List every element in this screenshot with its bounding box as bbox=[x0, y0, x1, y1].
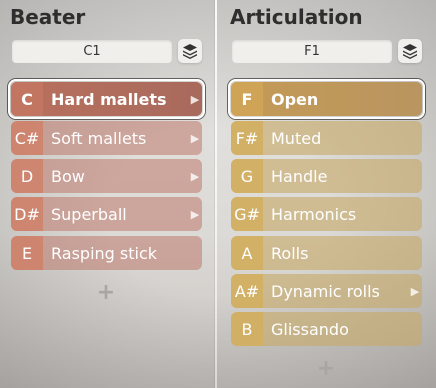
articulation-note-selector[interactable]: F1 bbox=[232, 40, 392, 63]
chevron-right-icon: ▶ bbox=[190, 169, 200, 183]
chevron-right-icon: ▶ bbox=[410, 284, 420, 298]
chevron-right-icon: ▶ bbox=[190, 131, 200, 145]
beater-note-selector[interactable]: C1 bbox=[12, 40, 172, 63]
note-label: C bbox=[11, 82, 43, 116]
articulation-item[interactable]: A Rolls bbox=[231, 236, 422, 270]
chevron-right-icon: ▶ bbox=[190, 207, 200, 221]
item-label: Rasping stick bbox=[51, 243, 158, 263]
articulation-title: Articulation bbox=[230, 5, 363, 29]
note-label: B bbox=[231, 312, 263, 346]
note-label: C# bbox=[11, 121, 43, 155]
note-label: A# bbox=[231, 274, 263, 308]
item-label: Glissando bbox=[271, 319, 349, 339]
note-label: G bbox=[231, 159, 263, 193]
beater-item[interactable]: C# Soft mallets ▶ bbox=[11, 121, 202, 155]
articulation-item[interactable]: A# Dynamic rolls ▶ bbox=[231, 274, 422, 308]
item-label: Handle bbox=[271, 166, 328, 186]
note-label: F# bbox=[231, 121, 263, 155]
item-label: Hard mallets bbox=[51, 89, 167, 109]
beater-item[interactable]: D Bow ▶ bbox=[11, 159, 202, 193]
note-label: A bbox=[231, 236, 263, 270]
beater-item[interactable]: E Rasping stick bbox=[11, 236, 202, 270]
articulation-item[interactable]: B Glissando bbox=[231, 312, 422, 346]
articulation-add-button[interactable]: + bbox=[316, 356, 336, 381]
item-label: Muted bbox=[271, 128, 322, 148]
articulation-item[interactable]: G# Harmonics bbox=[231, 197, 422, 231]
item-label: Open bbox=[271, 89, 319, 109]
item-label: Rolls bbox=[271, 243, 309, 263]
beater-title: Beater bbox=[10, 5, 86, 29]
articulation-item[interactable]: F# Muted bbox=[231, 121, 422, 155]
layers-icon bbox=[403, 44, 417, 59]
note-label: F bbox=[231, 82, 263, 116]
articulation-item[interactable]: G Handle bbox=[231, 159, 422, 193]
item-label: Bow bbox=[51, 166, 85, 186]
item-label: Superball bbox=[51, 204, 127, 224]
chevron-right-icon: ▶ bbox=[190, 92, 200, 106]
item-label: Soft mallets bbox=[51, 128, 147, 148]
note-label: D# bbox=[11, 197, 43, 231]
beater-add-button[interactable]: + bbox=[96, 280, 116, 305]
articulation-layers-button[interactable] bbox=[398, 39, 422, 63]
note-label: G# bbox=[231, 197, 263, 231]
item-label: Harmonics bbox=[271, 204, 357, 224]
beater-item[interactable]: D# Superball ▶ bbox=[11, 197, 202, 231]
panel-divider bbox=[215, 0, 217, 388]
beater-layers-button[interactable] bbox=[178, 39, 202, 63]
articulation-panel: Articulation F1 F Open F# Muted G Handle… bbox=[220, 0, 430, 388]
note-label: D bbox=[11, 159, 43, 193]
beater-panel: Beater C1 C Hard mallets ▶ C# Soft malle… bbox=[0, 0, 210, 388]
note-label: E bbox=[11, 236, 43, 270]
beater-item[interactable]: C Hard mallets ▶ bbox=[11, 82, 202, 116]
articulation-item[interactable]: F Open bbox=[231, 82, 422, 116]
layers-icon bbox=[183, 44, 197, 59]
item-label: Dynamic rolls bbox=[271, 281, 380, 301]
